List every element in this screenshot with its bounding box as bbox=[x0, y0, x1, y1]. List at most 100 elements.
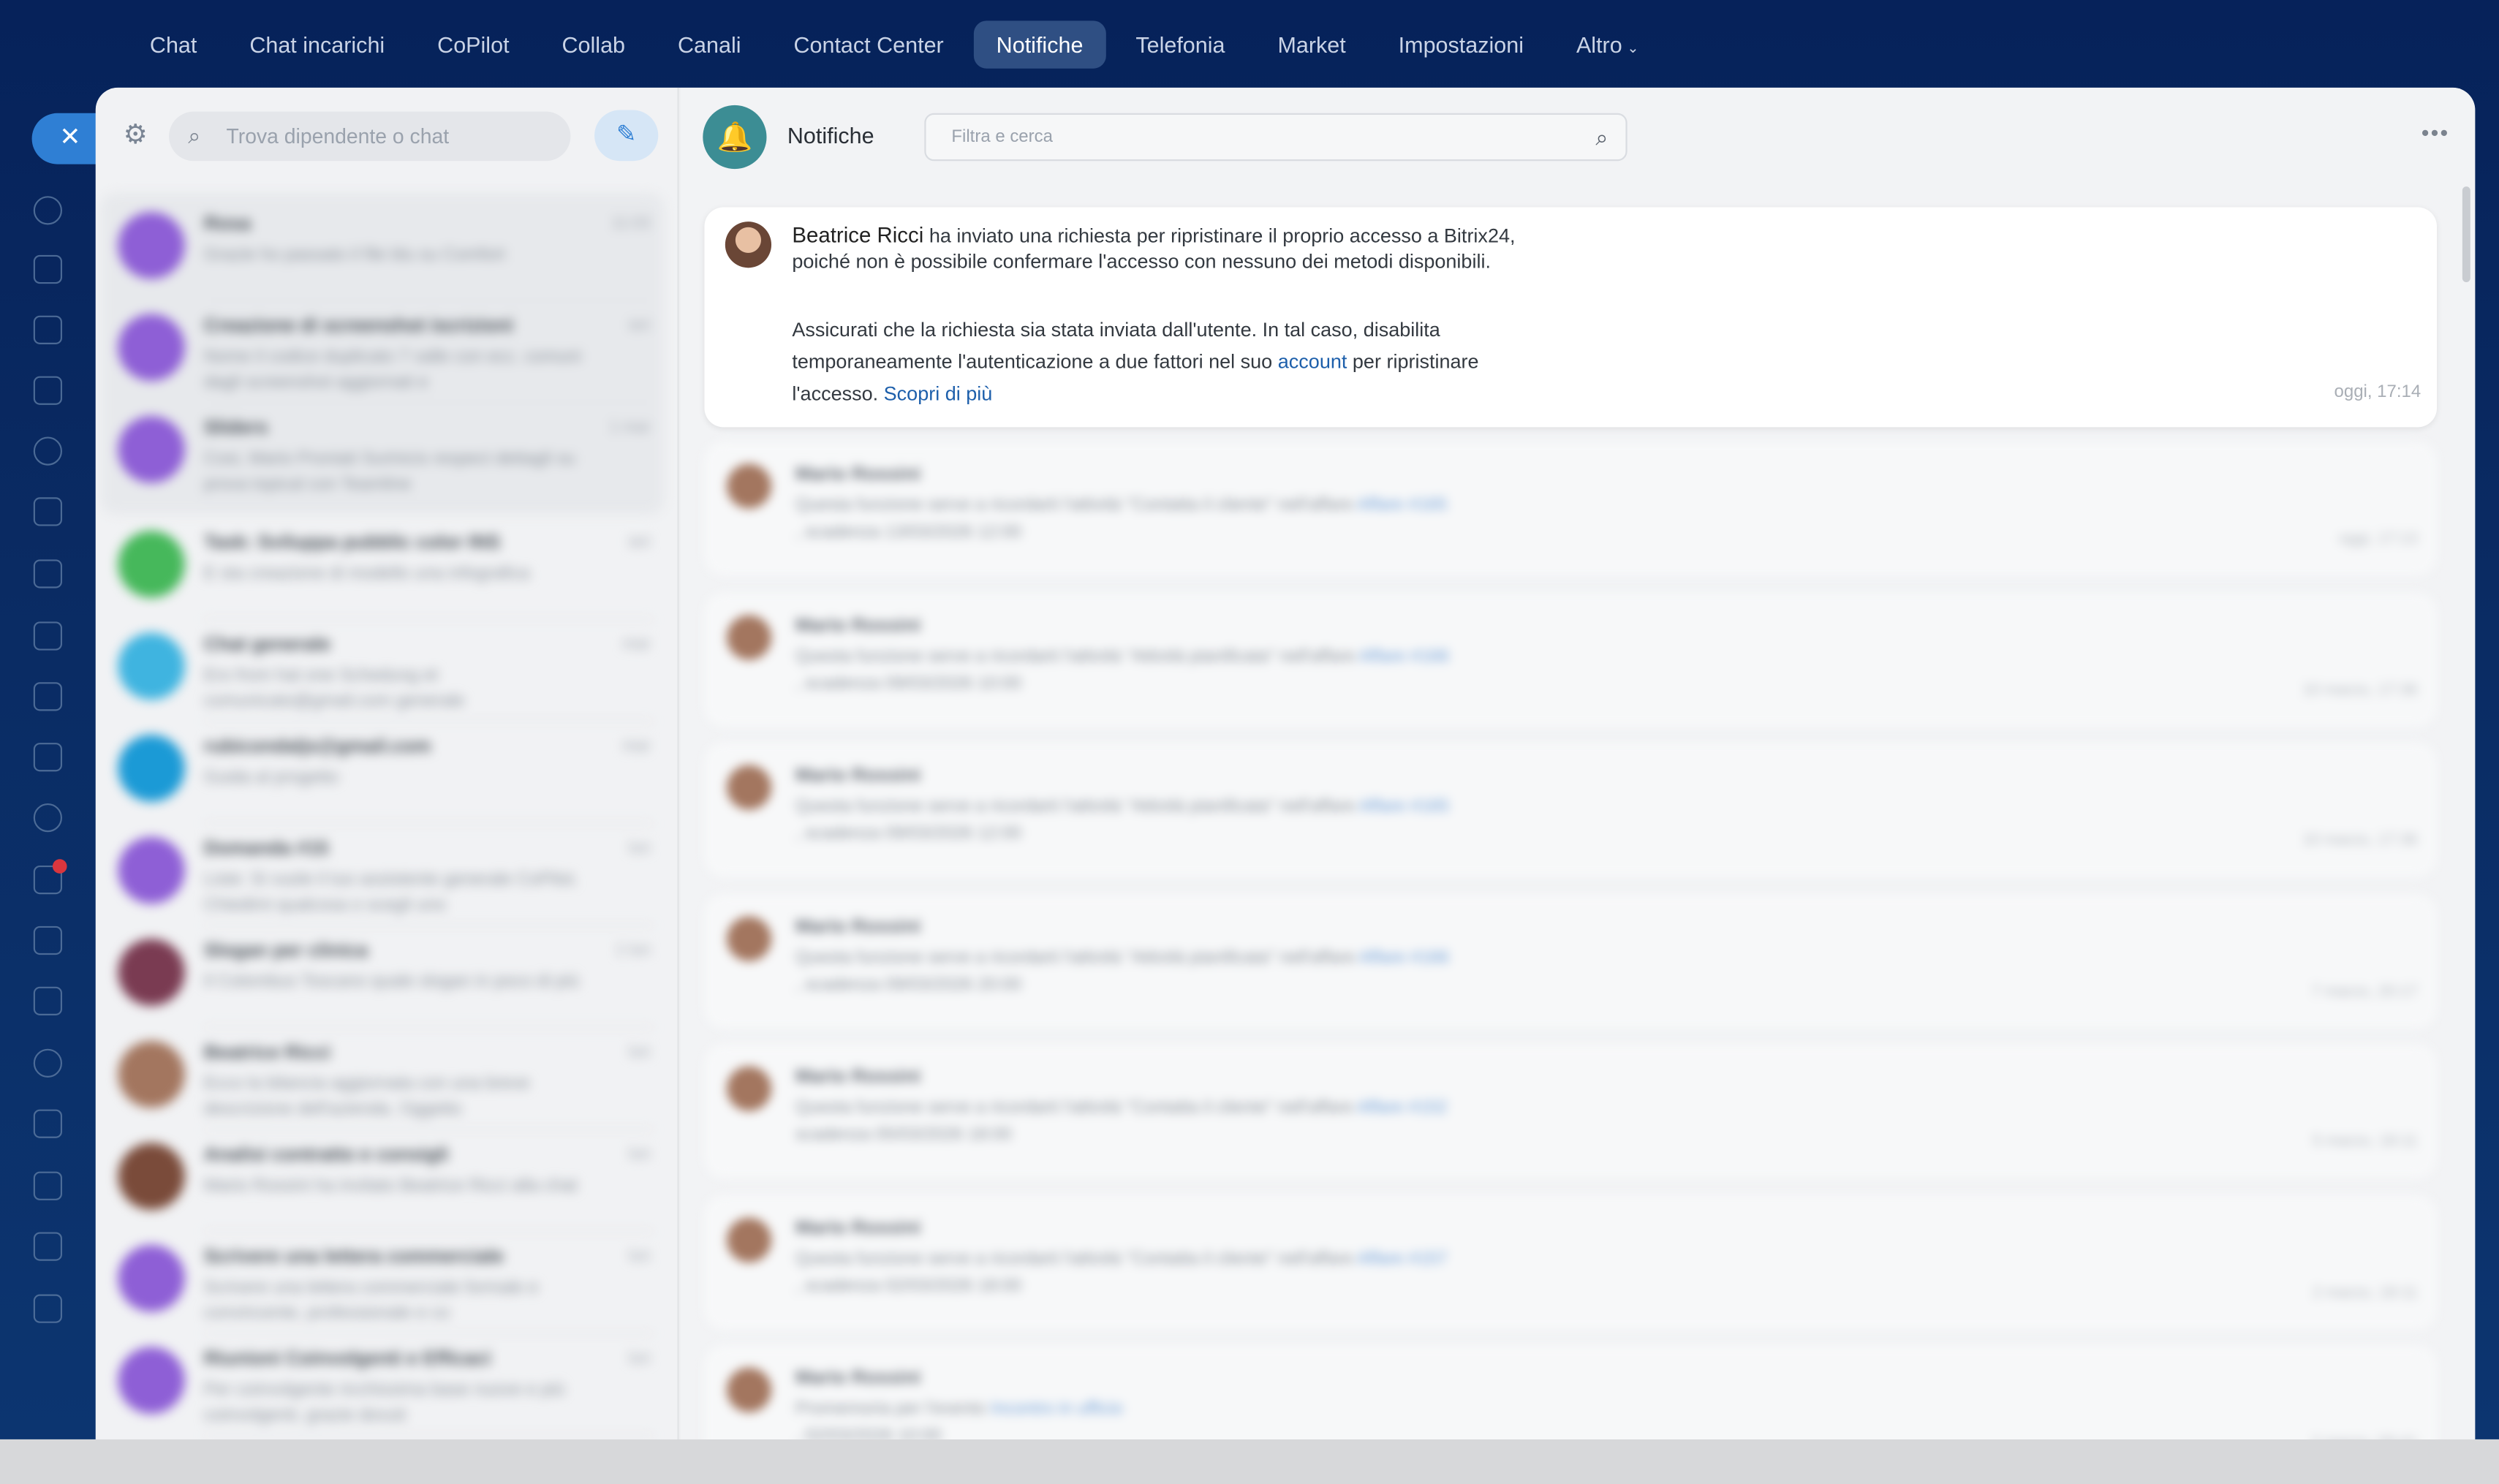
bell-icon: 🔔 bbox=[703, 105, 767, 170]
chat-title: Sliders bbox=[204, 416, 268, 439]
notification-card[interactable]: Mario Rossini Questa funzione serve a ric… bbox=[704, 1195, 2437, 1329]
nav-item-chat[interactable]: Chat bbox=[127, 20, 219, 68]
notification-card[interactable]: Mario Rossini Promemoria per l'evento Inc… bbox=[704, 1345, 2437, 1439]
chat-list-item[interactable]: rubicondaljs@gmail.com Guida al progetto m… bbox=[96, 722, 670, 825]
nav-item-chat-incarichi[interactable]: Chat incarichi bbox=[227, 20, 407, 68]
chat-time: ieri bbox=[629, 317, 651, 335]
notification-card[interactable]: Mario Rossini Questa funzione serve a ric… bbox=[704, 1044, 2437, 1178]
deal-link[interactable]: Affare #166 bbox=[1359, 947, 1450, 966]
chat-list-item[interactable]: Task: Sviluppa pubblic color INS E sta cr… bbox=[96, 518, 670, 621]
notifications-search-input[interactable]: Filtra e cerca ⌕ bbox=[924, 113, 1627, 162]
nav-item-label: Chat bbox=[149, 31, 197, 58]
feed-icon[interactable] bbox=[33, 315, 63, 344]
learn-more-link[interactable]: Scopri di più bbox=[884, 382, 993, 405]
chat-preview: Liste: Si vuole il tuo assistente genera… bbox=[204, 870, 578, 915]
chat-list-item[interactable]: Slogan per clinica Il Colombus Toscano qu… bbox=[96, 926, 670, 1029]
nav-item-contact-center[interactable]: Contact Center bbox=[771, 20, 966, 68]
nav-item-telefonia[interactable]: Telefonia bbox=[1114, 20, 1247, 68]
avatar bbox=[118, 416, 185, 483]
nav-item-notifiche[interactable]: Notifiche bbox=[974, 20, 1105, 69]
mail-icon[interactable] bbox=[33, 743, 63, 772]
deal-link[interactable]: Affare #166 bbox=[1359, 646, 1450, 665]
notification-author[interactable]: Mario Rossini bbox=[795, 1366, 921, 1389]
nav-item-collab[interactable]: Collab bbox=[540, 20, 648, 68]
new-chat-button[interactable]: ✎ bbox=[594, 110, 659, 162]
notification-card[interactable]: Mario Rossini Questa funzione serve a ric… bbox=[704, 592, 2437, 727]
nav-item-copilot[interactable]: CoPilot bbox=[415, 20, 532, 68]
sign-icon[interactable] bbox=[33, 1171, 63, 1200]
filter-icon[interactable]: ⚙ bbox=[118, 118, 153, 153]
deal-link[interactable]: Affare #165 bbox=[1357, 496, 1448, 515]
notification-card[interactable]: Mario Rossini Questa funzione serve a ric… bbox=[704, 743, 2437, 877]
more-options-icon[interactable]: ••• bbox=[2422, 120, 2450, 145]
chat-title: Task: Sviluppa pubblic color INS bbox=[204, 531, 501, 553]
notification-author[interactable]: Mario Rossini bbox=[795, 1216, 921, 1238]
chat-search-input[interactable]: ⌕ Trova dipendente o chat bbox=[169, 111, 571, 162]
notification-card[interactable]: Mario Rossini Questa funzione serve a ric… bbox=[704, 893, 2437, 1028]
chat-title: Slogan per clinica bbox=[204, 939, 368, 961]
notifications-title: Notifiche bbox=[787, 122, 874, 148]
contacts-icon[interactable] bbox=[33, 803, 63, 833]
messenger-window: ⚙ ⌕ Trova dipendente o chat ✎ Rosa Grazie… bbox=[95, 87, 2476, 1439]
notification-deadline: , scadenza 02/03/2026 18:00 bbox=[795, 1276, 1022, 1295]
notification-author[interactable]: Mario Rossini bbox=[795, 763, 921, 786]
schedule-icon[interactable] bbox=[33, 925, 63, 955]
deal-link[interactable]: Affare #152 bbox=[1357, 1098, 1448, 1117]
close-icon[interactable]: ✕ bbox=[31, 113, 102, 164]
chat-list-item[interactable]: Creazione di screenshot iscrizioni Nome i… bbox=[96, 301, 670, 404]
notification-deadline: , scadenza 09/03/2026 20:00 bbox=[795, 974, 1022, 994]
notification-author[interactable]: Mario Rossini bbox=[795, 1065, 921, 1088]
nav-item-market[interactable]: Market bbox=[1255, 20, 1368, 68]
deal-link[interactable]: Incontro in ufficio bbox=[991, 1399, 1123, 1418]
pencil-icon[interactable] bbox=[33, 1232, 63, 1261]
deal-link[interactable]: Affare #157 bbox=[1357, 1249, 1448, 1268]
chat-time: lun bbox=[629, 1146, 651, 1164]
nav-item-label: Contact Center bbox=[793, 31, 944, 58]
chat-list-item[interactable]: Analisi contratto e consigli Mario Rossin… bbox=[96, 1130, 670, 1233]
avatar bbox=[118, 1244, 185, 1312]
deal-link[interactable]: Affare #165 bbox=[1359, 797, 1450, 816]
chat-list-item[interactable]: Sliders Cosi, Mario Proniati Surinicis re… bbox=[96, 404, 670, 506]
divider bbox=[204, 1434, 654, 1436]
chat-list-item[interactable]: Rosa Grazie ho passato il file blu su Com… bbox=[96, 200, 670, 302]
notification-card-access-request[interactable]: Beatrice Ricci ha inviato una richiesta … bbox=[704, 207, 2437, 428]
analytics-icon[interactable] bbox=[33, 1294, 63, 1323]
account-link[interactable]: account bbox=[1278, 351, 1347, 374]
nav-item-canali[interactable]: Canali bbox=[655, 20, 763, 68]
drive-icon[interactable] bbox=[33, 682, 63, 711]
boards-icon[interactable] bbox=[33, 621, 63, 651]
notification-author[interactable]: Mario Rossini bbox=[795, 914, 921, 936]
notification-card[interactable]: Mario Rossini Questa funzione serve a ric… bbox=[704, 441, 2437, 576]
activity-icon[interactable] bbox=[33, 196, 63, 225]
notification-message: Questa funzione serve a ricordarti l'att… bbox=[795, 1249, 1448, 1268]
copilot-icon[interactable] bbox=[33, 436, 63, 466]
scrollbar[interactable] bbox=[2462, 186, 2470, 282]
notification-author[interactable]: Mario Rossini bbox=[795, 462, 921, 485]
nav-item-label: Market bbox=[1277, 31, 1346, 58]
company-icon[interactable] bbox=[33, 986, 63, 1015]
avatar bbox=[118, 1040, 185, 1108]
chat-list-item[interactable]: Beatrice Ricci Ecco la bilancia aggiornat… bbox=[96, 1028, 670, 1130]
chat-list-item[interactable]: Domanda #15 Liste: Si vuole il tuo assist… bbox=[96, 824, 670, 926]
nav-item-altro[interactable]: Altro ⌄ bbox=[1554, 20, 1661, 68]
avatar bbox=[727, 765, 772, 810]
messenger-icon[interactable] bbox=[33, 254, 63, 284]
calendar-icon[interactable] bbox=[33, 497, 63, 526]
avatar bbox=[727, 1066, 772, 1111]
chat-list-item[interactable]: Scrivere una lettera commerciale Scrivere… bbox=[96, 1232, 670, 1335]
notification-time: oggi, 17:13 bbox=[2338, 531, 2418, 549]
notification-author[interactable]: Mario Rossini bbox=[795, 613, 921, 635]
chat-list-item[interactable]: Chat generale Ero from hat one Schedung e… bbox=[96, 620, 670, 722]
notification-author[interactable]: Beatrice Ricci bbox=[792, 223, 923, 247]
tasks-icon[interactable] bbox=[33, 376, 63, 405]
chat-preview: Ecco la bilancia aggiornata con una brev… bbox=[204, 1074, 530, 1119]
chat-list-item[interactable]: Riunioni Coinvolgenti e Efficaci Per coin… bbox=[96, 1334, 670, 1436]
documents-icon[interactable] bbox=[33, 559, 63, 588]
search-icon[interactable]: ⌕ bbox=[1595, 115, 1608, 159]
nav-item-impostazioni[interactable]: Impostazioni bbox=[1376, 20, 1546, 68]
notification-message: Promemoria per l'evento Incontro in uffi… bbox=[795, 1399, 1123, 1419]
shop-cart-icon[interactable] bbox=[33, 1109, 63, 1138]
chat-preview: Ero from hat one Schedung et comunicato@… bbox=[204, 666, 465, 711]
goals-icon[interactable] bbox=[33, 1048, 63, 1078]
notification-time: 2 marzo, 18:11 bbox=[2313, 1284, 2418, 1302]
